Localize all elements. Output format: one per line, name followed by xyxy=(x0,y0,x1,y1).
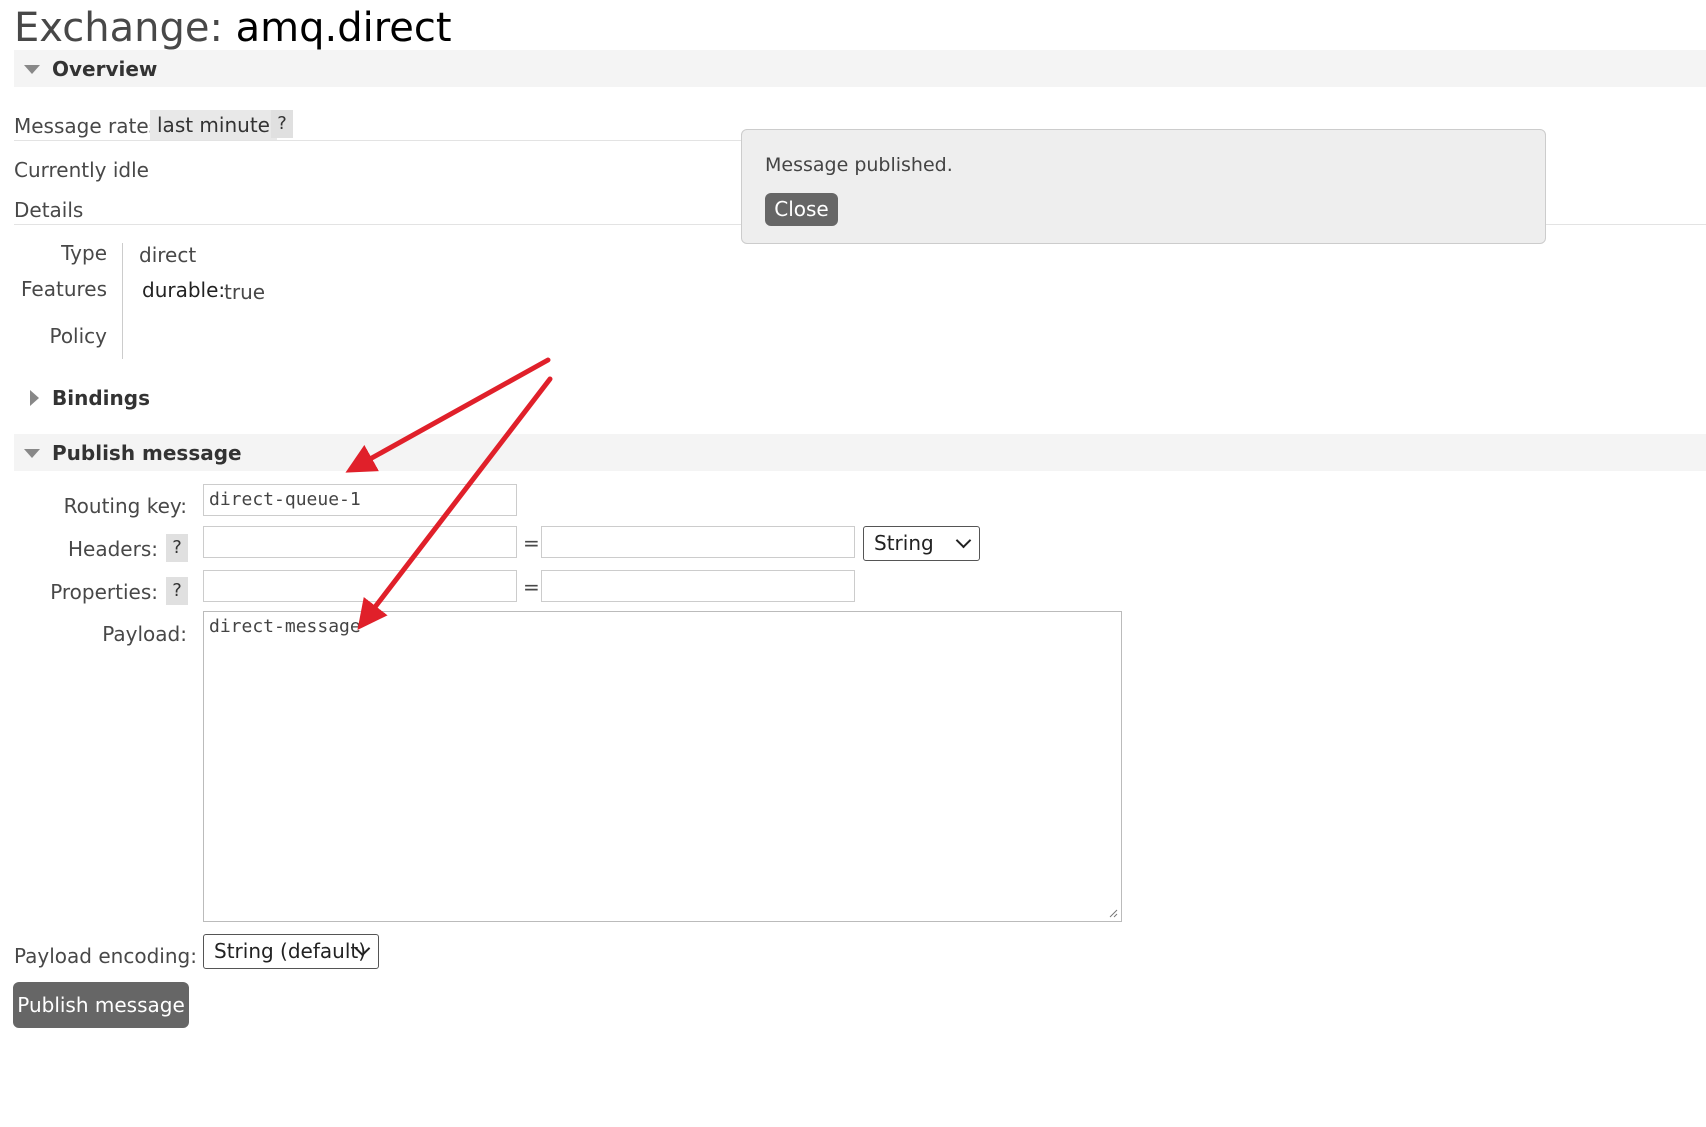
annotation-arrow-payload xyxy=(357,376,553,630)
annotation-arrows xyxy=(345,357,553,630)
annotation-arrow-routing-key xyxy=(345,357,551,473)
